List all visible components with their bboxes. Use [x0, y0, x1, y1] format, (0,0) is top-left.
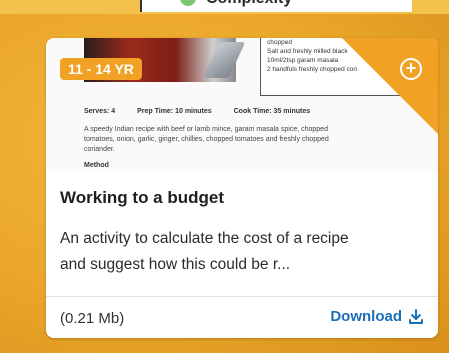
ingredient-line: chopped — [267, 39, 292, 46]
prep-time-text: Prep Time: 10 minutes — [137, 108, 212, 115]
resource-description: An activity to calculate the cost of a r… — [60, 226, 424, 278]
resource-thumbnail[interactable]: chopped Salt and freshly milled black 10… — [46, 38, 438, 172]
cook-time-text: Cook Time: 35 minutes — [233, 108, 311, 115]
ingredient-line: 10ml/2tsp garam masala — [267, 57, 339, 64]
download-label: Download — [330, 308, 402, 325]
method-heading: Method — [84, 162, 109, 169]
serves-text: Serves: 4 — [84, 108, 116, 115]
download-button[interactable]: Download — [330, 308, 424, 325]
ingredient-line: Salt and freshly milled black — [267, 48, 348, 55]
plus-circle-icon[interactable]: + — [400, 58, 422, 80]
recipe-description-line: A speedy Indian recipe with beef or lamb… — [84, 126, 328, 133]
card-divider — [46, 296, 438, 297]
download-icon — [409, 308, 423, 324]
description-line: An activity to calculate the cost of a r… — [60, 230, 349, 247]
resource-card[interactable]: chopped Salt and freshly milled black 10… — [46, 38, 438, 338]
recipe-description-line: coriander. — [84, 146, 115, 153]
resource-title[interactable]: Working to a budget — [60, 188, 224, 208]
recipe-description-line: tomatoes, onion, garlic, ginger, chillie… — [84, 136, 329, 143]
description-line: and suggest how this could be r... — [60, 256, 291, 273]
age-badge: 11 - 14 YR — [60, 58, 142, 80]
recipe-meta: Serves: 4 Prep Time: 10 minutes Cook Tim… — [84, 108, 330, 115]
file-size: (0.21 Mb) — [60, 310, 125, 327]
complexity-label: Complexity — [206, 0, 292, 8]
corner-ribbon — [342, 38, 438, 134]
